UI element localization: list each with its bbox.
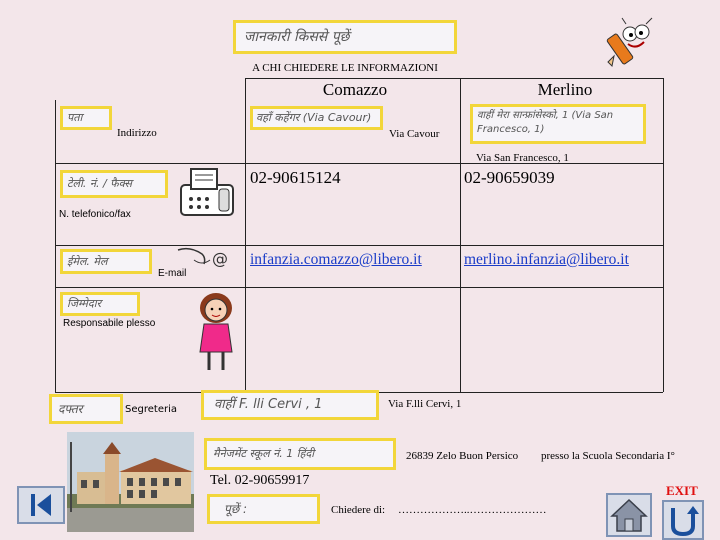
school-building-photo <box>67 432 194 532</box>
table-left-line <box>55 100 56 392</box>
table-col-line-1 <box>245 78 246 392</box>
email-label: E-mail <box>158 268 187 279</box>
skip-back-icon <box>31 494 51 516</box>
segreteria-city: 26839 Zelo Buon Persico <box>406 450 519 462</box>
table-right-line <box>663 78 664 392</box>
indirizzo-handwritten-label: पता <box>60 106 112 130</box>
girl-person-icon <box>194 292 238 374</box>
comazzo-address-handwritten: वहाँ कहेंगर (Via Cavour) <box>250 106 383 130</box>
segreteria-label: Segreteria <box>125 404 177 415</box>
column-header-merlino: Merlino <box>537 80 593 99</box>
home-button[interactable] <box>606 493 652 537</box>
back-button[interactable] <box>17 486 65 524</box>
svg-text:@: @ <box>212 249 228 268</box>
indirizzo-label: Indirizzo <box>117 127 157 139</box>
merlino-address-handwritten: वाहीं मेरा सान्फ्रांसेस्को, 1 (Via San F… <box>470 104 646 144</box>
email-handwritten-label: ईमेल. मेल <box>60 249 152 274</box>
merlino-address: Via San Francesco, 1 <box>476 152 569 164</box>
column-header-comazzo: Comazzo <box>322 80 388 99</box>
table-row-line-1 <box>55 163 663 164</box>
telefono-handwritten-label: टेली. नं. / फैक्स <box>60 170 168 198</box>
comazzo-address: Via Cavour <box>389 128 440 140</box>
return-arrow-icon <box>671 506 699 537</box>
ask-dots: ………………..………………… <box>398 504 547 516</box>
table-row-line-2 <box>55 245 663 246</box>
segreteria-address-handwritten: वाहीं F. lli Cervi , 1 <box>201 390 379 420</box>
segreteria-address: Via F.lli Cervi, 1 <box>388 398 462 410</box>
responsabile-label: Responsabile plesso <box>63 318 156 329</box>
handwritten-title-box: जानकारी किससे पूछें <box>233 20 457 54</box>
table-row-line-3 <box>55 287 663 288</box>
home-icon <box>610 498 648 532</box>
table-top-line <box>245 78 663 79</box>
comazzo-phone: 02-90615124 <box>250 168 341 187</box>
ask-handwritten-label: पूछें : <box>207 494 320 524</box>
responsabile-handwritten-label: जिम्मेदार <box>60 292 140 316</box>
fax-machine-icon <box>177 165 239 220</box>
merlino-email-link[interactable]: merlino.infanzia@libero.it <box>464 251 629 269</box>
segreteria-handwritten-label: दफ्तर <box>49 394 123 424</box>
ask-label: Chiedere di: <box>331 504 386 516</box>
page-title: A CHI CHIEDERE LE INFORMAZIONI <box>252 62 438 74</box>
exit-label[interactable]: EXIT <box>666 483 698 499</box>
table-col-line-2 <box>460 78 461 392</box>
segreteria-city-handwritten: मैनेजमेंट स्कूल नं. 1 हिंदी <box>204 438 396 470</box>
telefono-label: N. telefonico/fax <box>59 209 131 220</box>
return-button[interactable] <box>662 500 704 540</box>
comazzo-email-link[interactable]: infanzia.comazzo@libero.it <box>250 251 422 269</box>
merlino-phone: 02-90659039 <box>464 168 555 187</box>
segreteria-presso: presso la Scuola Secondaria I° <box>541 450 675 462</box>
segreteria-tel: Tel. 02-90659917 <box>210 473 310 488</box>
